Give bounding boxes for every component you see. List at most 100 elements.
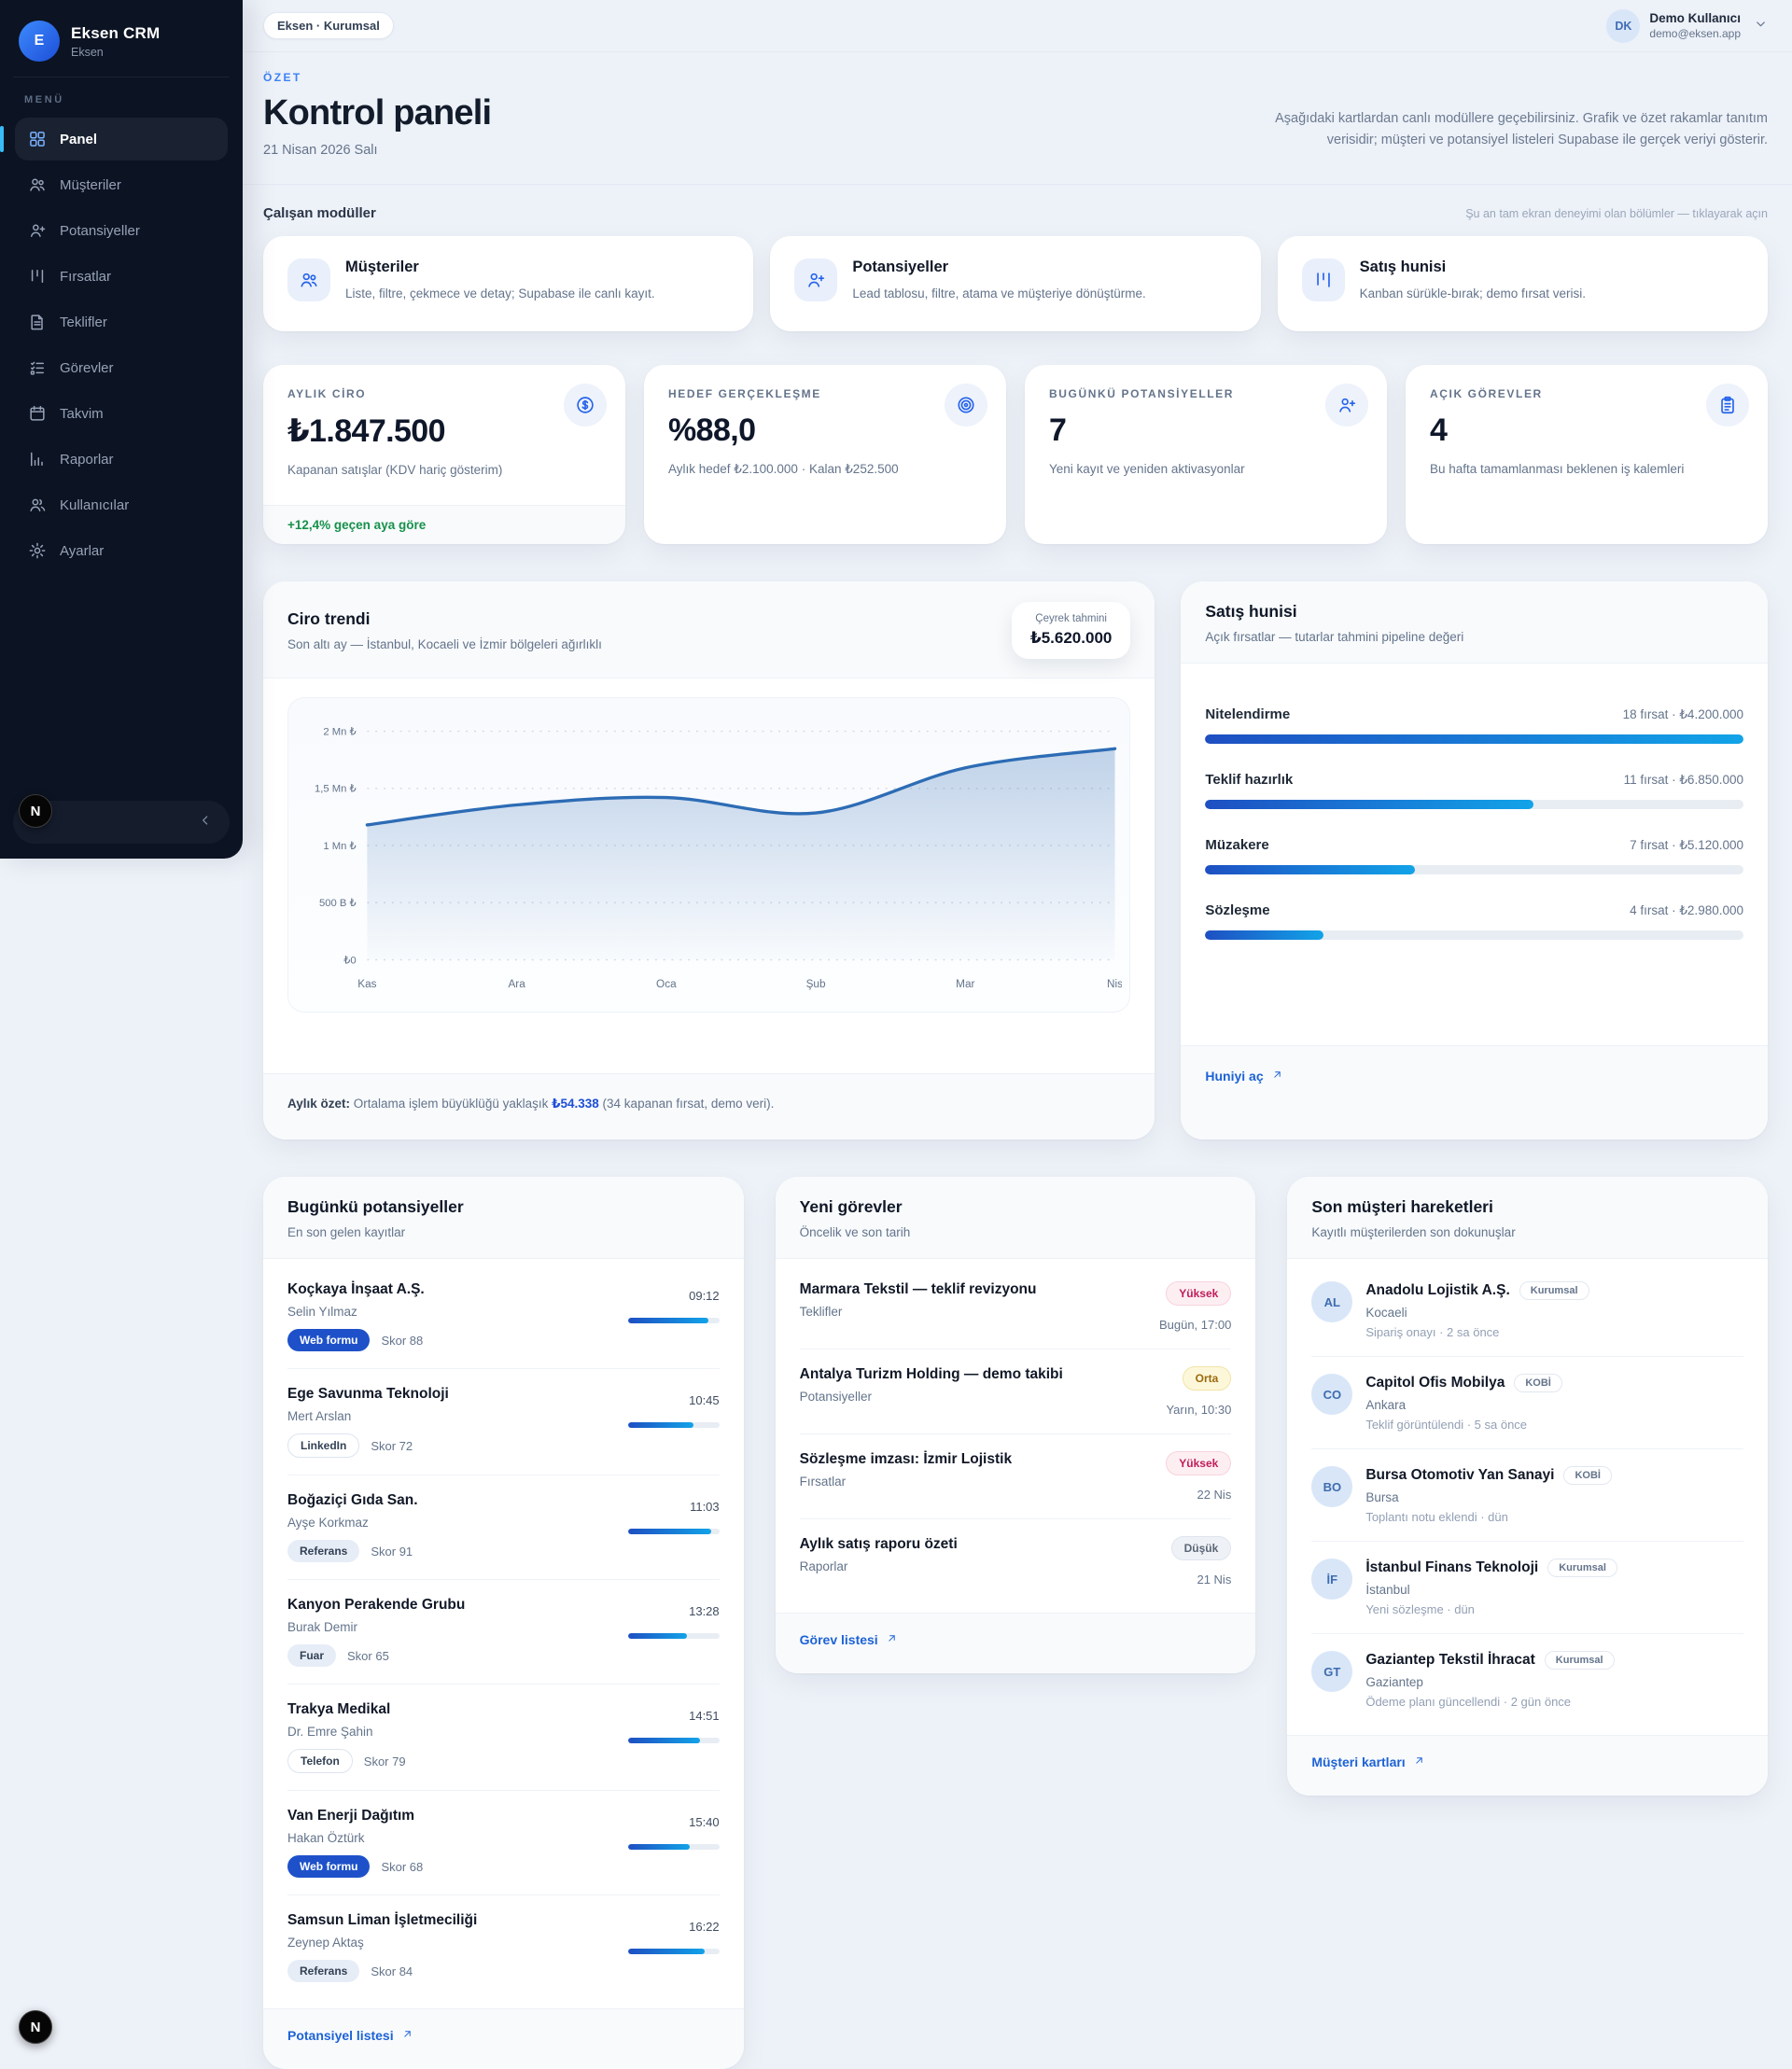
- task-row[interactable]: Sözleşme imzası: İzmir LojistikFırsatlar…: [800, 1434, 1232, 1519]
- open-funnel-link[interactable]: Huniyi aç: [1205, 1069, 1282, 1083]
- customer-city: İstanbul: [1365, 1583, 1617, 1597]
- sidebar-item-firsatlar[interactable]: Fırsatlar: [15, 255, 228, 298]
- leads-list-link[interactable]: Potansiyel listesi: [287, 2028, 413, 2043]
- lead-badges: Web formuSkor 88: [287, 1329, 425, 1351]
- lead-company: Samsun Liman İşletmeciliği: [287, 1912, 477, 1929]
- sidebar-item-takvim[interactable]: Takvim: [15, 392, 228, 435]
- task-due-date: Yarın, 10:30: [1166, 1403, 1231, 1417]
- sidebar-item-panel[interactable]: Panel: [15, 118, 228, 161]
- lead-source-pill: Fuar: [287, 1644, 336, 1667]
- sidebar-item-label: Kullanıcılar: [60, 497, 129, 513]
- customer-row[interactable]: BOBursa Otomotiv Yan SanayiKOBİBursaTopl…: [1311, 1449, 1743, 1542]
- customers-title: Son müşteri hareketleri: [1311, 1197, 1743, 1217]
- customer-row[interactable]: ALAnadolu Lojistik A.Ş.KurumsalKocaeliSi…: [1311, 1265, 1743, 1357]
- sidebar-item-raporlar[interactable]: Raporlar: [15, 438, 228, 481]
- lead-company: Koçkaya İnşaat A.Ş.: [287, 1281, 425, 1298]
- nextjs-dev-badge-floating[interactable]: N: [19, 2010, 52, 2044]
- lead-row[interactable]: Trakya MedikalDr. Emre ŞahinTelefonSkor …: [287, 1685, 720, 1791]
- lead-info: Van Enerji DağıtımHakan ÖztürkWeb formuS…: [287, 1808, 423, 1878]
- lead-row[interactable]: Boğaziçi Gıda San.Ayşe KorkmazReferansSk…: [287, 1475, 720, 1580]
- target-icon: [945, 384, 987, 426]
- lead-meta: 16:22: [628, 1912, 720, 1982]
- lead-badges: Web formuSkor 68: [287, 1855, 423, 1878]
- customer-row[interactable]: GTGaziantep Tekstil İhracatKurumsalGazia…: [1311, 1634, 1743, 1726]
- nextjs-dev-badge[interactable]: N: [19, 794, 52, 828]
- customer-row[interactable]: İF İstanbul Finans TeknolojiKurumsal İstan…: [1311, 1542, 1743, 1634]
- task-category: Raporlar: [800, 1559, 958, 1573]
- sidebar-item-ayarlar[interactable]: Ayarlar: [15, 529, 228, 572]
- customer-activity: Yeni sözleşme · dün: [1365, 1602, 1617, 1616]
- revenue-footer-label: Aylık özet:: [287, 1097, 350, 1111]
- task-row[interactable]: Antalya Turizm Holding — demo takibiPota…: [800, 1349, 1232, 1434]
- svg-text:1 Mn ₺: 1 Mn ₺: [323, 841, 356, 852]
- lead-time: 13:28: [628, 1604, 720, 1618]
- customer-cards-link[interactable]: Müşteri kartları: [1311, 1754, 1424, 1769]
- sidebar-item-label: Fırsatlar: [60, 269, 111, 285]
- charts-row: Ciro trendi Son altı ay — İstanbul, Koca…: [243, 544, 1792, 1139]
- module-card-musteriler[interactable]: Müşteriler Liste, filtre, çekmece ve det…: [263, 236, 753, 331]
- checklist-icon: [28, 358, 47, 377]
- leads-list-link-label: Potansiyel listesi: [287, 2028, 394, 2043]
- customer-info: Capitol Ofis MobilyaKOBİAnkaraTeklif gör…: [1365, 1374, 1561, 1432]
- user-name: Demo Kullanıcı: [1649, 11, 1741, 25]
- task-priority-badge: Orta: [1183, 1366, 1232, 1391]
- lead-row[interactable]: Samsun Liman İşletmeciliğiZeynep AktaşRe…: [287, 1895, 720, 1999]
- sidebar-item-potansiyeller[interactable]: Potansiyeller: [15, 209, 228, 252]
- sidebar-item-musteriler[interactable]: Müşteriler: [15, 163, 228, 206]
- page-eyebrow: ÖZET: [263, 71, 491, 84]
- sidebar-collapse-button[interactable]: N: [13, 801, 230, 844]
- leads-title: Bugünkü potansiyeller: [287, 1197, 720, 1217]
- lead-score-fill: [628, 1422, 694, 1428]
- tasks-subtitle: Öncelik ve son tarih: [800, 1225, 1232, 1239]
- customers-subtitle: Kayıtlı müşterilerden son dokunuşlar: [1311, 1225, 1743, 1239]
- lead-row[interactable]: Van Enerji DağıtımHakan ÖztürkWeb formuS…: [287, 1791, 720, 1895]
- customer-city: Bursa: [1365, 1490, 1612, 1504]
- kanban-icon: [1302, 259, 1345, 301]
- lead-score-label: Skor 72: [371, 1439, 413, 1453]
- funnel-bar-fill: [1205, 800, 1533, 809]
- users-icon: [28, 175, 47, 194]
- task-title: Antalya Turizm Holding — demo takibi: [800, 1366, 1063, 1383]
- kpi-label: AÇIK GÖREVLER: [1430, 387, 1743, 400]
- customer-info: Gaziantep Tekstil İhracatKurumsalGaziant…: [1365, 1651, 1614, 1709]
- lead-person: Burak Demir: [287, 1620, 465, 1634]
- lead-company: Ege Savunma Teknoloji: [287, 1386, 449, 1403]
- sidebar-item-kullanicilar[interactable]: Kullanıcılar: [15, 483, 228, 526]
- customer-row[interactable]: COCapitol Ofis MobilyaKOBİAnkaraTeklif g…: [1311, 1357, 1743, 1449]
- task-list-link[interactable]: Görev listesi: [800, 1632, 898, 1647]
- sidebar-item-label: Ayarlar: [60, 543, 104, 559]
- task-due-date: 22 Nis: [1166, 1488, 1231, 1502]
- customer-segment-tag: Kurumsal: [1545, 1651, 1615, 1670]
- customer-name: Gaziantep Tekstil İhracat: [1365, 1652, 1534, 1669]
- svg-text:2 Mn ₺: 2 Mn ₺: [323, 727, 356, 738]
- task-priority-badge: Yüksek: [1166, 1281, 1231, 1306]
- task-row[interactable]: Marmara Tekstil — teklif revizyonuTeklif…: [800, 1265, 1232, 1349]
- user-menu[interactable]: DK Demo Kullanıcı demo@eksen.app: [1606, 9, 1768, 43]
- customer-name-row: İstanbul Finans TeknolojiKurumsal: [1365, 1559, 1617, 1577]
- sidebar-nav: PanelMüşterilerPotansiyeller Fırsatlar Tek…: [13, 118, 230, 572]
- lead-source-pill: LinkedIn: [287, 1433, 359, 1458]
- page-intro: Aşağıdaki kartlardan canlı modüllere geç…: [1226, 108, 1768, 158]
- task-row[interactable]: Aylık satış raporu özetiRaporlarDüşük21 …: [800, 1519, 1232, 1603]
- sidebar-item-gorevler[interactable]: Görevler: [15, 346, 228, 389]
- svg-text:500 B ₺: 500 B ₺: [319, 898, 357, 909]
- customer-segment-tag: Kurumsal: [1547, 1559, 1617, 1577]
- customer-segment-tag: Kurumsal: [1519, 1281, 1589, 1300]
- customer-avatar: İF: [1311, 1559, 1352, 1600]
- lead-row[interactable]: Kanyon Perakende GrubuBurak DemirFuarSko…: [287, 1580, 720, 1685]
- gear-icon: [28, 541, 47, 560]
- sidebar-item-teklifler[interactable]: Teklifler: [15, 301, 228, 343]
- sidebar-item-label: Raporlar: [60, 452, 114, 468]
- lead-row[interactable]: Ege Savunma TeknolojiMert ArslanLinkedIn…: [287, 1369, 720, 1475]
- svg-text:₺0: ₺0: [343, 956, 356, 967]
- module-card-potansiyeller[interactable]: Potansiyeller Lead tablosu, filtre, atam…: [770, 236, 1260, 331]
- funnel-stage-head: Müzakere7 fırsat · ₺5.120.000: [1205, 837, 1743, 853]
- lead-score-label: Skor 91: [371, 1545, 413, 1559]
- funnel-bar-fill: [1205, 734, 1743, 744]
- task-title: Marmara Tekstil — teklif revizyonu: [800, 1281, 1037, 1298]
- revenue-chart-frame: 2 Mn ₺1,5 Mn ₺1 Mn ₺500 B ₺₺0KasAraOcaŞu…: [287, 697, 1130, 1012]
- lead-person: Hakan Öztürk: [287, 1831, 423, 1845]
- lead-score-track: [628, 1738, 720, 1743]
- lead-row[interactable]: Koçkaya İnşaat A.Ş.Selin YılmazWeb formu…: [287, 1265, 720, 1369]
- module-card-satis-hunisi[interactable]: Satış hunisi Kanban sürükle-bırak; demo …: [1278, 236, 1768, 331]
